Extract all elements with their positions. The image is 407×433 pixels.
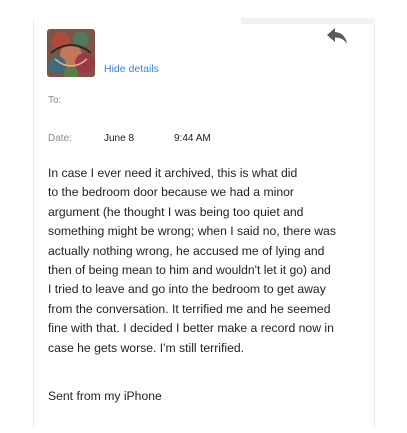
date-label: Date: xyxy=(48,133,72,144)
card-top-divider xyxy=(241,18,373,24)
email-message-card: Hide details To: Date: June 8 9:44 AM In… xyxy=(33,18,375,428)
hide-details-link[interactable]: Hide details xyxy=(104,63,159,75)
reply-icon[interactable] xyxy=(326,27,348,45)
date-value: June 8 xyxy=(104,133,135,144)
to-label: To: xyxy=(48,95,62,106)
to-row: To: xyxy=(48,95,61,106)
message-signature: Sent from my iPhone xyxy=(48,389,162,403)
message-body: In case I ever need it archived, this is… xyxy=(48,166,336,355)
time-value: 9:44 AM xyxy=(174,133,211,144)
date-row: Date: June 8 9:44 AM xyxy=(48,133,211,144)
email-view: Hide details To: Date: June 8 9:44 AM In… xyxy=(0,0,407,433)
sender-avatar[interactable] xyxy=(47,29,95,77)
